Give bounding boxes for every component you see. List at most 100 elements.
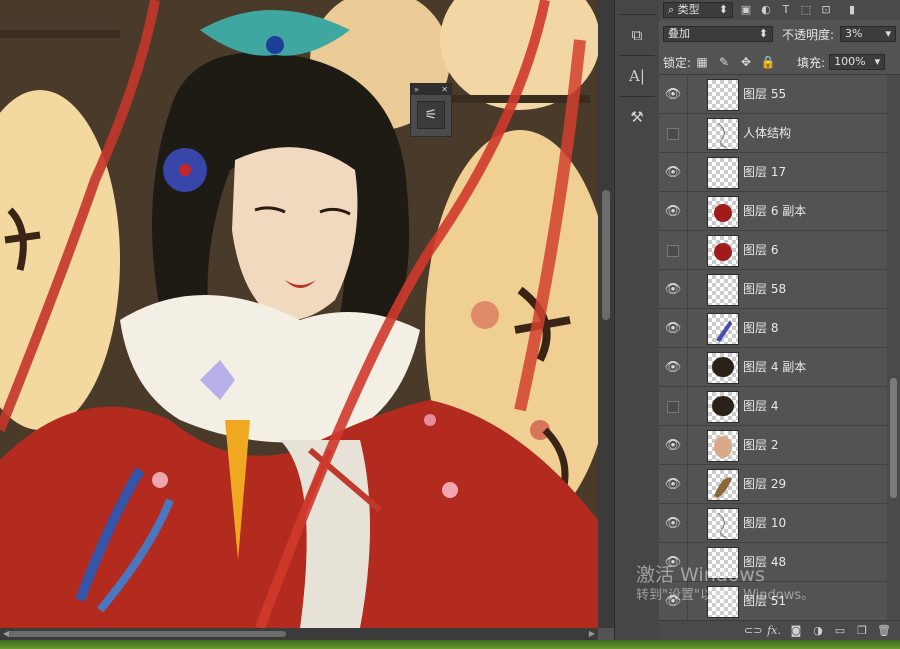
layer-filter-bar: ⌕ 类型 ⬍ ▣ ◐ T ⬚ ⊡ ▮ (659, 0, 900, 20)
eye-icon[interactable]: 👁 (659, 75, 688, 114)
lock-row: 锁定: ▦ ✎ ✥ 🔒 填充: 100% ▾ (659, 50, 900, 75)
blend-row: 叠加 ⬍ 不透明度: 3% ▾ (659, 22, 900, 46)
adjustment-filter-icon[interactable]: ◐ (759, 3, 773, 17)
layer-thumbnail (707, 235, 739, 267)
scroll-right-icon[interactable]: ▶ (586, 628, 598, 640)
brush-preset-button[interactable]: ⚟ (417, 101, 445, 129)
layer-thumbnail (707, 118, 739, 150)
layer-row[interactable]: 图层 4 (659, 387, 887, 426)
eye-icon[interactable]: 👁 (659, 582, 688, 620)
taskbar-edge (0, 640, 900, 649)
layer-row[interactable]: 👁 图层 8 (659, 309, 887, 348)
mask-icon[interactable]: ◙ (788, 624, 804, 637)
layer-name: 图层 29 (743, 477, 787, 491)
canvas-vertical-scrollbar[interactable] (598, 0, 614, 628)
layer-row[interactable]: 👁 图层 6 副本 (659, 192, 887, 231)
layer-name: 图层 2 (743, 438, 779, 452)
eye-icon[interactable]: 👁 (659, 192, 688, 231)
eye-icon[interactable]: 👁 (659, 348, 688, 387)
eye-icon[interactable]: 👁 (659, 465, 688, 504)
eye-icon[interactable]: 👁 (659, 543, 688, 582)
fill-input[interactable]: 100% ▾ (829, 54, 886, 70)
eye-icon[interactable]: 👁 (659, 426, 688, 465)
layer-row[interactable]: 人体结构 (659, 114, 887, 153)
visibility-off-icon[interactable] (659, 231, 688, 270)
layer-name: 图层 6 副本 (743, 204, 807, 218)
layer-name: 图层 4 (743, 399, 779, 413)
layer-name: 图层 4 副本 (743, 360, 807, 374)
character-panel-button[interactable]: A| (622, 64, 652, 88)
layers-panel: ⌕ 类型 ⬍ ▣ ◐ T ⬚ ⊡ ▮ 叠加 ⬍ 不透明度: 3% ▾ 锁定: ▦ ✎ … (659, 0, 900, 640)
collapse-icon[interactable]: » (414, 84, 419, 95)
layer-row[interactable]: 👁 图层 48 (659, 543, 887, 582)
blend-mode-value: 叠加 (668, 27, 690, 40)
lock-transparent-icon[interactable]: ▦ (691, 55, 713, 69)
shape-filter-icon[interactable]: ⬚ (799, 3, 813, 17)
layer-name: 图层 55 (743, 87, 787, 101)
eye-icon[interactable]: 👁 (659, 309, 688, 348)
tool-presets-button[interactable]: ⚒ (622, 105, 652, 129)
lock-label: 锁定: (663, 55, 692, 70)
layer-thumbnail (707, 391, 739, 423)
filter-kind-dropdown[interactable]: ⌕ 类型 ⬍ (663, 2, 733, 18)
layer-name: 图层 6 (743, 243, 779, 257)
tool-preset-icon: ⚒ (630, 108, 644, 126)
eye-icon[interactable]: 👁 (659, 153, 688, 192)
layer-name: 图层 48 (743, 555, 787, 569)
layer-name: 图层 17 (743, 165, 787, 179)
layers-footer: ⊂⊃ fx. ◙ ◑ ▭ ❐ 🗑 (659, 620, 900, 640)
layer-name: 图层 8 (743, 321, 779, 335)
document-canvas[interactable]: » ✕ ⚟ (0, 0, 598, 628)
chevron-down-icon: ▾ (874, 55, 881, 68)
layer-row[interactable]: 👁 图层 58 (659, 270, 887, 309)
layer-name: 图层 51 (743, 594, 787, 608)
layer-thumbnail (707, 79, 739, 111)
layer-row[interactable]: 👁 图层 29 (659, 465, 887, 504)
eye-icon[interactable]: 👁 (659, 504, 688, 543)
layer-thumbnail (707, 586, 739, 618)
layer-thumbnail (707, 469, 739, 501)
trash-icon[interactable]: 🗑 (876, 624, 892, 637)
opacity-label: 不透明度: (782, 27, 835, 42)
lock-paint-icon[interactable]: ✎ (713, 55, 735, 69)
close-icon[interactable]: ✕ (441, 84, 448, 95)
layer-name: 人体结构 (743, 126, 792, 140)
link-icon[interactable]: ⊂⊃ (744, 624, 762, 637)
filter-toggle-icon[interactable]: ▮ (845, 3, 859, 17)
fx-icon[interactable]: fx. (766, 624, 782, 637)
layer-list[interactable]: 👁 图层 55 人体结构 👁 图层 17 👁 图层 6 副本 图层 6 👁 图层 58 👁 图层 8 👁… (659, 75, 887, 620)
layer-row[interactable]: 👁 图层 4 副本 (659, 348, 887, 387)
folder-icon[interactable]: ▭ (832, 624, 848, 637)
panel-dock-strip: ⧉ A| ⚒ (614, 0, 660, 640)
lock-move-icon[interactable]: ✥ (735, 55, 757, 69)
floating-mini-panel: » ✕ ⚟ (410, 83, 452, 137)
blend-mode-dropdown[interactable]: 叠加 ⬍ (663, 26, 773, 42)
type-filter-icon[interactable]: T (779, 3, 793, 17)
layer-row[interactable]: 👁 图层 2 (659, 426, 887, 465)
layer-row[interactable]: 图层 6 (659, 231, 887, 270)
layer-row[interactable]: 👁 图层 51 (659, 582, 887, 620)
layer-list-scrollbar[interactable] (887, 75, 900, 620)
opacity-input[interactable]: 3% ▾ (840, 26, 897, 42)
fill-value: 100% (834, 55, 866, 68)
visibility-off-icon[interactable] (659, 114, 688, 153)
layer-row[interactable]: 👁 图层 10 (659, 504, 887, 543)
eye-icon[interactable]: 👁 (659, 270, 688, 309)
visibility-off-icon[interactable] (659, 387, 688, 426)
adjustment-icon[interactable]: ◑ (810, 624, 826, 637)
3d-panel-button[interactable]: ⧉ (622, 23, 652, 47)
artwork-illustration (0, 0, 598, 628)
canvas-horizontal-scrollbar[interactable]: ◀ ▶ (0, 628, 598, 640)
layer-row[interactable]: 👁 图层 17 (659, 153, 887, 192)
new-layer-icon[interactable]: ❐ (854, 624, 870, 637)
type-icon: A| (629, 67, 645, 85)
scroll-left-icon[interactable]: ◀ (0, 628, 12, 640)
layer-thumbnail (707, 508, 739, 540)
layer-thumbnail (707, 313, 739, 345)
chevron-updown-icon: ⬍ (758, 27, 768, 40)
pixel-filter-icon[interactable]: ▣ (739, 3, 753, 17)
layer-row[interactable]: 👁 图层 55 (659, 75, 887, 114)
smart-object-filter-icon[interactable]: ⊡ (819, 3, 833, 17)
lock-all-icon[interactable]: 🔒 (757, 55, 779, 69)
layer-thumbnail (707, 157, 739, 189)
